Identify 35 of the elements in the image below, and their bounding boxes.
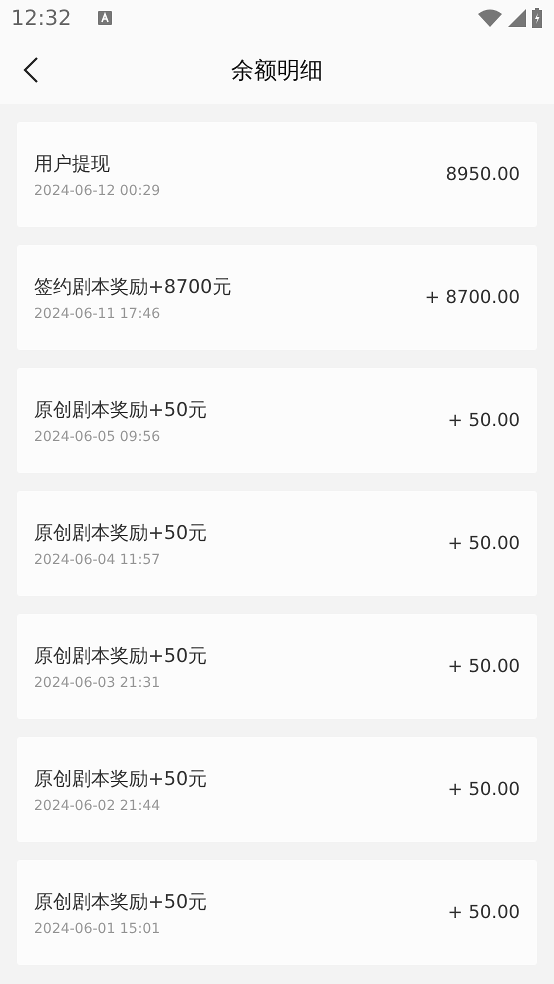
record-card[interactable]: 原创剧本奖励+50元 2024-06-03 21:31 + 50.00 bbox=[17, 614, 537, 719]
record-time: 2024-06-04 11:57 bbox=[34, 552, 162, 568]
record-card[interactable]: 原创剧本奖励+50元 2024-06-01 15:01 + 50.00 bbox=[17, 860, 537, 965]
record-time: 2024-06-03 21:31 bbox=[34, 674, 162, 690]
battery-icon bbox=[532, 8, 542, 28]
record-card[interactable]: 签约剧本奖励+8700元 2024-06-11 17:46 + 8700.00 bbox=[17, 245, 537, 350]
record-time: 2024-06-02 21:44 bbox=[34, 798, 162, 814]
record-card[interactable]: 原创剧本奖励+50元 2024-06-02 21:44 + 50.00 bbox=[17, 737, 537, 842]
record-title: 签约剧本奖励+8700元 bbox=[34, 274, 232, 300]
record-time: 2024-06-05 09:56 bbox=[34, 428, 162, 444]
record-title: 用户提现 bbox=[34, 152, 111, 176]
record-title: 原创剧本奖励+50元 bbox=[34, 644, 208, 668]
wifi-icon bbox=[478, 9, 502, 27]
record-amount: 8950.00 bbox=[446, 164, 520, 185]
signal-icon bbox=[508, 9, 526, 27]
record-amount: + 50.00 bbox=[448, 533, 520, 554]
back-button[interactable] bbox=[22, 56, 40, 84]
record-title: 原创剧本奖励+50元 bbox=[34, 890, 208, 914]
record-time: 2024-06-12 00:29 bbox=[34, 182, 160, 198]
record-title: 原创剧本奖励+50元 bbox=[34, 766, 208, 792]
record-title: 原创剧本奖励+50元 bbox=[34, 520, 208, 546]
record-time: 2024-06-01 15:01 bbox=[34, 920, 162, 936]
record-time: 2024-06-11 17:46 bbox=[34, 306, 162, 322]
status-time: 12:32 bbox=[11, 6, 72, 30]
record-card[interactable]: 用户提现 2024-06-12 00:29 8950.00 bbox=[17, 122, 537, 227]
keyboard-icon bbox=[98, 11, 112, 25]
record-card[interactable]: 原创剧本奖励+50元 2024-06-04 11:57 + 50.00 bbox=[17, 491, 537, 596]
record-amount: + 50.00 bbox=[448, 410, 520, 431]
record-amount: + 50.00 bbox=[448, 779, 520, 800]
record-amount: + 50.00 bbox=[448, 656, 520, 677]
record-amount: + 50.00 bbox=[448, 902, 520, 923]
record-title: 原创剧本奖励+50元 bbox=[34, 398, 208, 422]
record-card[interactable]: 原创剧本奖励+50元 2024-06-05 09:56 + 50.00 bbox=[17, 368, 537, 473]
page-title: 余额明细 bbox=[231, 56, 323, 86]
record-amount: + 8700.00 bbox=[424, 287, 520, 308]
